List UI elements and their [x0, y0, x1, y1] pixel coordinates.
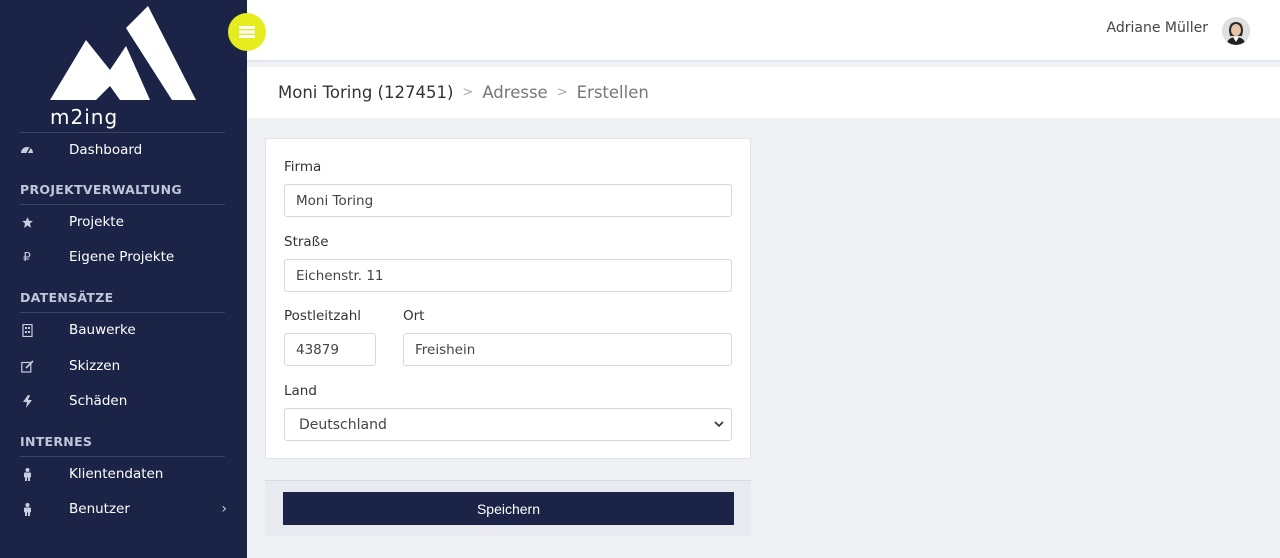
- plz-label: Postleitzahl: [284, 308, 362, 324]
- sidebar-item-label: Eigene Projekte: [69, 249, 175, 265]
- sidebar-item-projekte[interactable]: Projekte: [0, 207, 247, 237]
- sidebar-item-label: Schäden: [69, 393, 128, 409]
- sidebar-divider: [20, 204, 225, 205]
- breadcrumb-separator: >: [556, 85, 568, 100]
- section-header-internes: INTERNES: [20, 434, 93, 449]
- sidebar-item-dashboard[interactable]: Dashboard: [0, 135, 247, 165]
- sidebar-divider: [20, 456, 225, 457]
- sidebar-item-skizzen[interactable]: Skizzen: [0, 351, 247, 381]
- breadcrumb-separator: >: [462, 85, 474, 100]
- sidebar-item-bauwerke[interactable]: Bauwerke: [0, 315, 247, 345]
- star-icon: [20, 215, 34, 229]
- land-select-value: Deutschland: [299, 416, 387, 433]
- firma-input[interactable]: Moni Toring: [284, 184, 732, 217]
- land-select[interactable]: Deutschland: [284, 408, 732, 441]
- sidebar-item-eigene-projekte[interactable]: ₽ Eigene Projekte: [0, 242, 247, 272]
- land-label: Land: [284, 383, 317, 399]
- firma-label: Firma: [284, 159, 322, 175]
- sidebar-item-label: Benutzer: [69, 501, 130, 517]
- sidebar-item-label: Bauwerke: [69, 322, 136, 338]
- address-form-card: Firma Moni Toring Straße Eichenstr. 11 P…: [265, 138, 751, 459]
- plz-input[interactable]: 43879: [284, 333, 376, 366]
- section-header-projektverwaltung: PROJEKTVERWALTUNG: [20, 182, 182, 197]
- dashboard-gauge-icon: [20, 143, 34, 157]
- user-name[interactable]: Adriane Müller: [1107, 20, 1208, 36]
- user-project-icon: ₽: [23, 250, 31, 264]
- sidebar-item-klientendaten[interactable]: Klientendaten: [0, 459, 247, 489]
- person-icon: [20, 467, 34, 481]
- strasse-input[interactable]: Eichenstr. 11: [284, 259, 732, 292]
- breadcrumb-client[interactable]: Moni Toring (127451): [278, 83, 453, 102]
- edit-icon: [20, 359, 34, 373]
- sidebar-item-benutzer[interactable]: Benutzer ›: [0, 494, 247, 524]
- sidebar-divider: [20, 312, 225, 313]
- breadcrumb-erstellen: Erstellen: [576, 83, 649, 102]
- building-icon: [20, 323, 34, 337]
- sidebar: m2ing Dashboard PROJEKTVERWALTUNG Projek…: [0, 0, 247, 558]
- breadcrumb: Moni Toring (127451) > Adresse > Erstell…: [247, 67, 1280, 118]
- avatar[interactable]: [1222, 17, 1250, 45]
- form-footer: Speichern: [265, 480, 751, 536]
- section-header-datensaetze: DATENSÄTZE: [20, 290, 114, 305]
- chevron-down-icon: [714, 421, 724, 428]
- brand-name: m2ing: [50, 105, 119, 129]
- breadcrumb-adresse[interactable]: Adresse: [482, 83, 547, 102]
- menu-icon: [239, 26, 255, 38]
- sidebar-item-schaeden[interactable]: Schäden: [0, 386, 247, 416]
- sidebar-item-label: Dashboard: [69, 142, 143, 158]
- sidebar-divider: [20, 132, 225, 133]
- sidebar-item-label: Projekte: [69, 214, 124, 230]
- lightning-icon: [20, 394, 34, 408]
- menu-toggle-button[interactable]: [228, 13, 266, 51]
- ort-input[interactable]: Freishein: [403, 333, 732, 366]
- sidebar-item-label: Klientendaten: [69, 466, 164, 482]
- person-icon: [20, 502, 34, 516]
- top-bar: Adriane Müller: [247, 0, 1280, 62]
- save-button[interactable]: Speichern: [283, 492, 734, 525]
- chevron-right-icon: ›: [221, 501, 227, 517]
- strasse-label: Straße: [284, 234, 329, 250]
- ort-label: Ort: [403, 308, 425, 324]
- sidebar-item-label: Skizzen: [69, 358, 121, 374]
